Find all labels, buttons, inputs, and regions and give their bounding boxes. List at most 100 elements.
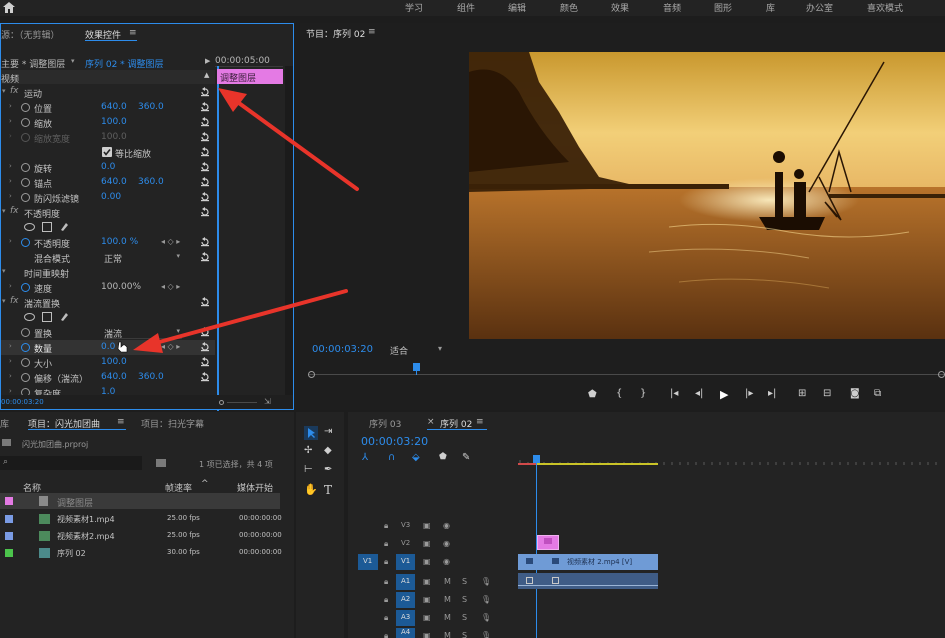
solo-button[interactable]: S [462,613,467,622]
keyframe-navigator[interactable]: ◂ ◇ ▸ [161,342,180,351]
track-target-a2[interactable]: A2 [396,592,415,608]
mute-button[interactable]: M [444,613,451,622]
opacity-value[interactable]: 100.0 % [101,237,138,247]
source-patch-v1[interactable]: V1 [358,554,378,570]
mic-icon[interactable]: 🎙︎ [481,613,491,622]
panel-menu-icon[interactable]: ≡ [117,417,125,427]
lock-icon[interactable]: 🔒︎ [384,539,388,549]
program-menu-icon[interactable]: ≡ [368,27,376,37]
lock-icon[interactable]: 🔒︎ [384,613,388,623]
solo-button[interactable]: S [462,631,467,638]
mark-out-icon[interactable]: } [640,388,646,399]
label-color-swatch[interactable] [5,497,13,505]
reset-icon[interactable] [200,357,210,367]
mute-button[interactable]: M [444,595,451,604]
lock-icon[interactable]: 🔒︎ [384,577,388,587]
type-tool-icon[interactable]: T [324,483,332,497]
label-color-swatch[interactable] [5,515,13,523]
home-icon[interactable] [3,2,15,13]
stopwatch-icon[interactable] [21,193,30,202]
stopwatch-icon[interactable] [21,358,30,367]
reset-icon[interactable] [200,177,210,187]
stopwatch-icon[interactable] [21,283,30,292]
zoom-handle[interactable] [938,371,945,378]
position-x-value[interactable]: 640.0 [101,102,127,112]
mini-playhead[interactable] [217,66,219,411]
list-item[interactable]: 调整图层 [0,493,280,509]
nest-toggle-icon[interactable]: ⅄ [362,452,368,463]
selection-tool-icon[interactable] [304,426,318,440]
zoom-track[interactable] [227,402,257,403]
adjustment-layer-clip[interactable] [537,535,559,550]
keyframe-navigator[interactable]: ◂ ◇ ▸ [161,237,180,246]
eye-icon[interactable]: ◉ [443,521,450,530]
rectangle-mask-icon[interactable] [42,312,52,322]
stopwatch-icon[interactable] [21,238,30,247]
stopwatch-icon[interactable] [21,178,30,187]
stopwatch-icon[interactable] [21,328,30,337]
rectangle-mask-icon[interactable] [42,222,52,232]
timeline-playhead[interactable] [533,455,540,463]
stopwatch-icon[interactable] [21,163,30,172]
go-to-out-icon[interactable]: ▸| [768,388,776,399]
scale-value[interactable]: 100.0 [101,117,127,127]
program-scrub-bar[interactable] [308,374,945,375]
project-tab-inactive[interactable]: 项目：扫光字幕 [141,417,204,430]
reset-icon[interactable] [200,117,210,127]
lock-icon[interactable]: 🔒︎ [384,595,388,605]
rotation-value[interactable]: 0.0 [101,162,115,172]
reset-icon[interactable] [200,237,210,247]
mic-icon[interactable]: 🎙︎ [481,631,491,638]
sort-ascending-icon[interactable]: ^ [201,479,209,489]
program-title[interactable]: 节目：序列 02 [306,27,365,40]
wrench-icon[interactable]: ✎ [462,452,470,463]
sync-lock-icon[interactable]: ▣ [423,577,431,586]
fx-timecode[interactable]: 00:00:03:20 [1,398,44,406]
reset-icon[interactable] [200,207,210,217]
reset-icon[interactable] [200,102,210,112]
ellipse-mask-icon[interactable] [24,313,35,321]
track-target-a4[interactable]: A4 [396,628,415,638]
turbulent-displace-section[interactable]: ▾ fx 湍流置换 [1,295,215,310]
slip-tool-icon[interactable]: ⊢ [304,464,313,475]
add-marker-icon[interactable]: ⬟ [439,452,447,462]
lock-icon[interactable]: 🔒︎ [384,631,388,638]
antiflicker-value[interactable]: 0.00 [101,192,121,202]
workspace-graphics[interactable]: 图形 [714,1,732,14]
blend-mode-dropdown[interactable]: 正常 ▾ [104,252,182,265]
eye-icon[interactable]: ◉ [443,539,450,548]
track-select-tool-icon[interactable]: ⇥ [324,426,332,437]
offset-x-value[interactable]: 640.0 [101,372,127,382]
sync-lock-icon[interactable]: ▣ [423,539,431,548]
mute-button[interactable]: M [444,631,451,638]
track-target-a1[interactable]: A1 [396,574,415,590]
reset-icon[interactable] [200,327,210,337]
pen-mask-icon[interactable] [59,311,70,325]
workspace-custom[interactable]: 喜欢模式 [867,1,903,14]
label-color-swatch[interactable] [5,532,13,540]
reset-icon[interactable] [200,162,210,172]
work-area-bar[interactable] [518,463,658,465]
workspace-effects[interactable]: 效果 [611,1,629,14]
time-remap-section[interactable]: ▾ 时间重映射 [1,265,215,280]
track-target-a3[interactable]: A3 [396,610,415,626]
reset-icon[interactable] [200,147,210,157]
uniform-scale-checkbox[interactable] [102,147,112,157]
zoom-handle[interactable] [219,400,224,405]
play-icon[interactable]: ▶ [720,388,728,401]
speed-value[interactable]: 100.00% [101,282,141,292]
pen-tool-icon[interactable]: ✒ [324,464,332,475]
sequence-clip-selector[interactable]: 序列 02 * 调整图层 [85,57,164,70]
opacity-section[interactable]: ▾ fx 不透明度 [1,205,215,220]
offset-y-value[interactable]: 360.0 [138,372,164,382]
solo-button[interactable]: S [462,595,467,604]
libraries-tab[interactable]: 库 [0,417,9,430]
sync-lock-icon[interactable]: ▣ [423,631,431,638]
sync-lock-icon[interactable]: ▣ [423,521,431,530]
list-item[interactable]: 视频素材2.mp4 25.00 fps 00:00:00:00 [0,528,282,544]
close-icon[interactable]: × [427,417,435,427]
track-target-v1[interactable]: V1 [396,554,415,570]
chevron-down-icon[interactable]: ▾ [71,57,75,65]
export-frame-icon[interactable]: ◙ [850,388,860,399]
search-input[interactable]: ⌕ [0,456,142,470]
